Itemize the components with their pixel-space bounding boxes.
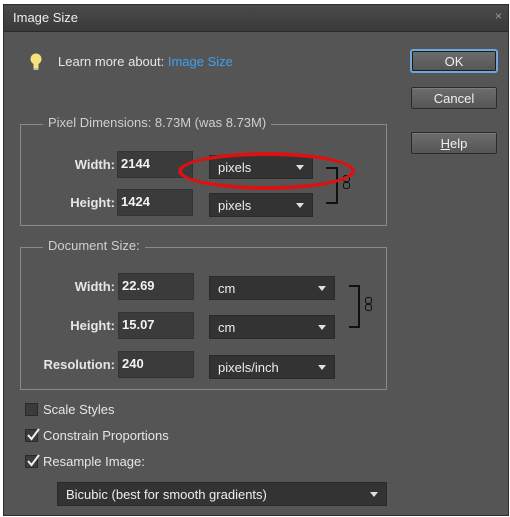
help-button[interactable]: Help — [411, 132, 497, 154]
chevron-down-icon — [296, 165, 304, 170]
chain-link-icon — [365, 297, 372, 311]
resample-image-label: Resample Image: — [43, 454, 145, 469]
close-icon[interactable]: × — [495, 9, 502, 23]
chevron-down-icon — [318, 365, 326, 370]
pixel-width-unit-value: pixels — [218, 160, 252, 175]
pixel-width-unit-select[interactable]: pixels — [209, 155, 313, 179]
pixel-height-unit-value: pixels — [218, 198, 252, 213]
title-bar: Image Size × — [4, 5, 508, 32]
resolution-field[interactable]: 240 — [118, 351, 194, 378]
constrain-proportions-label: Constrain Proportions — [43, 428, 169, 443]
pixel-height-field[interactable]: 1424 — [117, 189, 193, 216]
resample-method-value: Bicubic (best for smooth gradients) — [66, 487, 267, 502]
pixel-width-field[interactable]: 2144 — [117, 151, 193, 178]
pixel-dimensions-legend: Pixel Dimensions: 8.73M (was 8.73M) — [43, 115, 272, 130]
doc-width-label: Width: — [74, 279, 115, 294]
doc-height-unit-value: cm — [218, 320, 236, 335]
chain-link-icon — [343, 175, 350, 189]
learn-more-prefix: Learn more about: — [58, 54, 165, 69]
chevron-down-icon — [370, 492, 378, 497]
document-size-legend: Document Size: — [43, 238, 145, 253]
learn-more-text: Learn more about: Image Size — [58, 54, 233, 69]
doc-height-label: Height: — [70, 318, 115, 333]
scale-styles-checkbox[interactable] — [25, 403, 38, 416]
doc-width-unit-select[interactable]: cm — [209, 276, 335, 300]
ok-button[interactable]: OK — [411, 50, 497, 72]
resolution-unit-value: pixels/inch — [218, 360, 279, 375]
checkmark-icon — [27, 428, 40, 441]
constrain-proportions-checkbox[interactable] — [25, 428, 40, 442]
doc-height-field[interactable]: 15.07 — [118, 312, 194, 339]
chevron-down-icon — [296, 203, 304, 208]
chevron-down-icon — [318, 286, 326, 291]
pixel-height-unit-select[interactable]: pixels — [209, 193, 313, 217]
doc-constrain-bracket — [349, 285, 360, 328]
learn-more-link[interactable]: Image Size — [168, 54, 233, 69]
cancel-button[interactable]: Cancel — [411, 87, 497, 109]
chevron-down-icon — [318, 325, 326, 330]
resolution-label: Resolution: — [43, 357, 116, 372]
resolution-unit-select[interactable]: pixels/inch — [209, 355, 335, 379]
scale-styles-label: Scale Styles — [43, 402, 115, 417]
image-size-dialog: Image Size × Learn more about: Image Siz… — [3, 4, 509, 516]
doc-width-field[interactable]: 22.69 — [118, 273, 194, 300]
doc-height-unit-select[interactable]: cm — [209, 315, 335, 339]
resample-image-checkbox[interactable] — [25, 454, 40, 468]
resample-method-select[interactable]: Bicubic (best for smooth gradients) — [57, 482, 387, 506]
pixel-width-label: Width: — [74, 157, 115, 172]
doc-width-unit-value: cm — [218, 281, 236, 296]
pixel-height-label: Height: — [70, 195, 115, 210]
checkmark-icon — [27, 454, 40, 467]
lightbulb-icon — [30, 53, 42, 70]
window-title: Image Size — [13, 10, 79, 25]
constrain-bracket — [326, 167, 338, 204]
